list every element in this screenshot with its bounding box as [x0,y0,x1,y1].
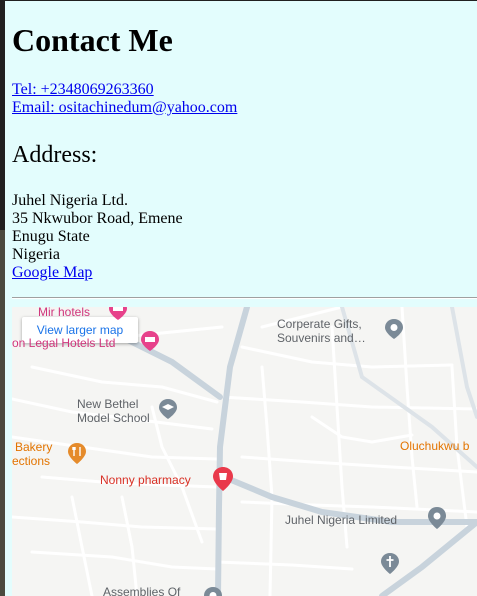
restaurant-pin-icon[interactable] [67,442,87,466]
place-label-oluchukwu[interactable]: Oluchukwu b [400,439,469,453]
address-heading: Address: [12,142,98,168]
place-label-nonny-pharmacy[interactable]: Nonny pharmacy [100,473,191,487]
google-map-link[interactable]: Google Map [12,264,92,282]
embedded-map[interactable]: View larger map Mir hotels on Legal Hote… [12,307,477,596]
place-label-juhel-nigeria[interactable]: Juhel Nigeria Limited [285,513,397,527]
place-label-corporate-gifts[interactable]: Corperate Gifts, [277,317,362,331]
place-pin-icon[interactable] [384,318,404,340]
place-pin-icon[interactable] [203,586,223,596]
place-label-corporate-gifts-2[interactable]: Souvenirs and… [277,331,366,345]
address-line-country: Nigeria [12,246,60,263]
address-line-state: Enugu State [12,228,90,245]
place-label-mir-hotels[interactable]: Mir hotels [38,307,90,319]
address-line-street: 35 Nkwubor Road, Emene [12,210,183,227]
school-pin-icon[interactable] [158,398,178,420]
place-label-legal-hotels[interactable]: on Legal Hotels Ltd [12,336,115,350]
place-label-new-bethel[interactable]: New Bethel [77,397,138,411]
address-line-company: Juhel Nigeria Ltd. [12,192,128,209]
hotel-pin-icon[interactable] [108,307,128,321]
divider [12,297,477,299]
place-pin-icon[interactable] [426,506,448,530]
hotel-pin-icon[interactable] [140,330,160,352]
place-label-bakery-2[interactable]: ections [12,454,50,468]
church-pin-icon[interactable] [380,552,400,576]
pharmacy-pin-icon[interactable] [211,466,235,492]
place-label-bakery[interactable]: Bakery [15,440,52,454]
email-link[interactable]: Email: ositachinedum@yahoo.com [12,99,237,117]
contact-panel: Contact Me Tel: +2348069263360 Email: os… [5,0,477,596]
place-label-assemblies[interactable]: Assemblies Of [103,585,180,596]
page-title: Contact Me [12,22,173,58]
place-label-new-bethel-2[interactable]: Model School [77,411,150,425]
tel-link[interactable]: Tel: +2348069263360 [12,81,154,99]
